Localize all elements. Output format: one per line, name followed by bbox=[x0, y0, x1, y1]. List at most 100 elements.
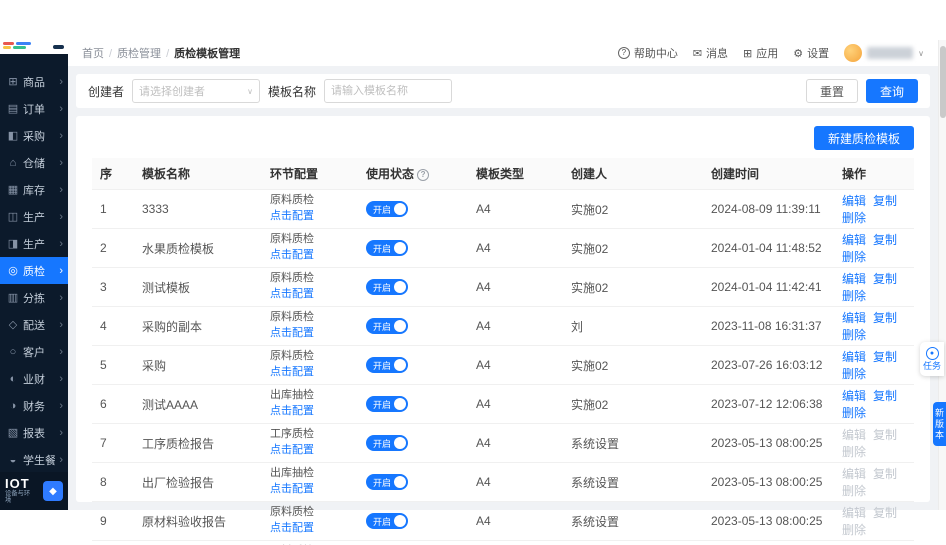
sidebar-item-label: 生产 bbox=[23, 236, 55, 252]
sidebar-item-products[interactable]: ⊞ 商品 › bbox=[0, 68, 68, 95]
config-link[interactable]: 点击配置 bbox=[270, 366, 314, 380]
status-toggle[interactable]: 开启 bbox=[366, 435, 408, 451]
sidebar-item-reports[interactable]: ▧ 报表 › bbox=[0, 419, 68, 446]
config-link[interactable]: 点击配置 bbox=[270, 327, 314, 341]
toggle-knob bbox=[394, 437, 406, 449]
action-copy-link[interactable]: 复制 bbox=[873, 350, 897, 364]
status-toggle[interactable]: 开启 bbox=[366, 201, 408, 217]
creator-filter-label: 创建者 bbox=[88, 83, 124, 100]
sidebar-item-customers[interactable]: ○ 客户 › bbox=[0, 338, 68, 365]
sidebar-item-inventory[interactable]: ▦ 库存 › bbox=[0, 176, 68, 203]
status-toggle[interactable]: 开启 bbox=[366, 513, 408, 529]
sidebar-item-warehouse[interactable]: ⌂ 仓储 › bbox=[0, 149, 68, 176]
row-created: 2023-07-12 12:06:38 bbox=[703, 385, 834, 424]
search-button[interactable]: 查询 bbox=[866, 79, 918, 103]
scrollbar-thumb[interactable] bbox=[940, 46, 946, 118]
config-link[interactable]: 点击配置 bbox=[270, 522, 314, 536]
row-creator: 实施02 bbox=[563, 229, 703, 268]
row-stage-cell: 原料质检 点击配置 bbox=[262, 541, 358, 545]
action-copy-link[interactable]: 复制 bbox=[873, 272, 897, 286]
version-float-tab[interactable]: 新版本 bbox=[933, 402, 946, 446]
help-center-button[interactable]: ? 帮助中心 bbox=[618, 45, 678, 61]
status-toggle[interactable]: 开启 bbox=[366, 396, 408, 412]
action-edit-link[interactable]: 编辑 bbox=[842, 350, 866, 364]
row-name: 采购 bbox=[134, 346, 262, 385]
sidebar-collapse-icon[interactable] bbox=[53, 45, 64, 49]
config-link[interactable]: 点击配置 bbox=[270, 483, 314, 497]
status-toggle[interactable]: 开启 bbox=[366, 318, 408, 334]
sidebar-item-quality-inspection[interactable]: ◎ 质检 › bbox=[0, 257, 68, 284]
action-edit-link[interactable]: 编辑 bbox=[842, 389, 866, 403]
task-label: 任务 bbox=[922, 362, 942, 372]
action-edit-link[interactable]: 编辑 bbox=[842, 233, 866, 247]
action-delete-link[interactable]: 删除 bbox=[842, 250, 866, 264]
template-name-filter-label: 模板名称 bbox=[268, 83, 316, 100]
row-status-cell: 开启 bbox=[358, 346, 468, 385]
status-label: 开启 bbox=[373, 242, 391, 255]
messages-button[interactable]: ✉ 消息 bbox=[693, 45, 728, 61]
status-toggle[interactable]: 开启 bbox=[366, 279, 408, 295]
status-toggle[interactable]: 开启 bbox=[366, 240, 408, 256]
sidebar-item-delivery[interactable]: ◇ 配送 › bbox=[0, 311, 68, 338]
sidebar-item-production-1[interactable]: ◫ 生产 › bbox=[0, 203, 68, 230]
toggle-knob bbox=[394, 398, 406, 410]
chevron-right-icon: › bbox=[59, 346, 63, 358]
action-copy-link[interactable]: 复制 bbox=[873, 194, 897, 208]
creator-select[interactable]: 请选择创建者 ∨ bbox=[132, 79, 260, 103]
sidebar-item-purchase[interactable]: ◧ 采购 › bbox=[0, 122, 68, 149]
sidebar-item-orders[interactable]: ▤ 订单 › bbox=[0, 95, 68, 122]
status-info-icon[interactable]: ? bbox=[417, 169, 429, 181]
row-name: 水果质检模板 bbox=[134, 229, 262, 268]
apps-button[interactable]: ⊞ 应用 bbox=[743, 45, 778, 61]
row-created: 2024-08-09 11:39:11 bbox=[703, 190, 834, 229]
user-menu[interactable]: ∨ bbox=[844, 44, 924, 62]
row-stage: 原料质检 bbox=[270, 311, 350, 325]
sidebar-item-label: 业财 bbox=[23, 371, 55, 387]
status-toggle[interactable]: 开启 bbox=[366, 357, 408, 373]
header-name: 模板名称 bbox=[134, 158, 262, 190]
chevron-right-icon: › bbox=[59, 292, 63, 304]
action-delete-link[interactable]: 删除 bbox=[842, 211, 866, 225]
action-delete-link[interactable]: 删除 bbox=[842, 328, 866, 342]
action-edit-link[interactable]: 编辑 bbox=[842, 272, 866, 286]
sidebar-item-label: 报表 bbox=[23, 425, 55, 441]
sidebar-item-finance[interactable]: ◑ 财务 › bbox=[0, 392, 68, 419]
logo-bar-green bbox=[13, 46, 26, 49]
action-delete-link[interactable]: 删除 bbox=[842, 289, 866, 303]
status-toggle[interactable]: 开启 bbox=[366, 474, 408, 490]
breadcrumb-current: 质检模板管理 bbox=[174, 48, 240, 60]
action-edit-link: 编辑 bbox=[842, 428, 866, 442]
action-copy-link[interactable]: 复制 bbox=[873, 311, 897, 325]
row-creator: 实施02 bbox=[563, 268, 703, 307]
config-link[interactable]: 点击配置 bbox=[270, 405, 314, 419]
table-row: 9 原材料验收报告 原料质检 点击配置 开启 bbox=[92, 502, 914, 541]
reset-button[interactable]: 重置 bbox=[806, 79, 858, 103]
config-link[interactable]: 点击配置 bbox=[270, 210, 314, 224]
action-copy-link[interactable]: 复制 bbox=[873, 389, 897, 403]
config-link[interactable]: 点击配置 bbox=[270, 249, 314, 263]
config-link[interactable]: 点击配置 bbox=[270, 444, 314, 458]
config-link[interactable]: 点击配置 bbox=[270, 288, 314, 302]
template-name-input[interactable] bbox=[324, 79, 452, 103]
table-row: 3 测试模板 原料质检 点击配置 开启 bbox=[92, 268, 914, 307]
action-edit-link[interactable]: 编辑 bbox=[842, 311, 866, 325]
sidebar-item-student-meals[interactable]: ◒ 学生餐 › bbox=[0, 446, 68, 472]
status-label: 开启 bbox=[373, 281, 391, 294]
chevron-right-icon: › bbox=[59, 319, 63, 331]
settings-button[interactable]: ⚙ 设置 bbox=[793, 45, 829, 61]
sidebar-item-production-2[interactable]: ◨ 生产 › bbox=[0, 230, 68, 257]
breadcrumb-section[interactable]: 质检管理 bbox=[117, 48, 161, 60]
action-copy-link[interactable]: 复制 bbox=[873, 233, 897, 247]
task-float-button[interactable]: ● 任务 bbox=[920, 342, 944, 376]
action-delete-link[interactable]: 删除 bbox=[842, 367, 866, 381]
action-edit-link[interactable]: 编辑 bbox=[842, 194, 866, 208]
toggle-knob bbox=[394, 242, 406, 254]
toggle-knob bbox=[394, 476, 406, 488]
breadcrumb-home[interactable]: 首页 bbox=[82, 48, 104, 60]
sidebar-item-sorting[interactable]: ▥ 分拣 › bbox=[0, 284, 68, 311]
action-delete-link[interactable]: 删除 bbox=[842, 406, 866, 420]
new-template-button[interactable]: 新建质检模板 bbox=[814, 126, 914, 150]
toggle-knob bbox=[394, 515, 406, 527]
table-row: 4 采购的副本 原料质检 点击配置 开启 bbox=[92, 307, 914, 346]
sidebar-item-business-finance[interactable]: ◐ 业财 › bbox=[0, 365, 68, 392]
